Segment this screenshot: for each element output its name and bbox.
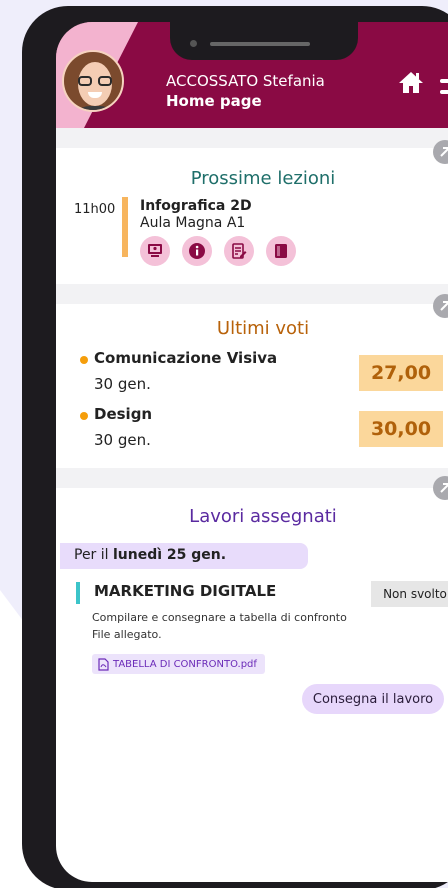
assignment-color-bar: [76, 582, 80, 604]
edit-document-icon[interactable]: [224, 236, 254, 266]
lessons-title: Prossime lezioni: [190, 168, 336, 189]
due-date-pill: Per il lunedì 25 gen.: [60, 543, 308, 569]
phone-frame: ACCOSSATO Stefania Home page Prossime le…: [22, 6, 448, 888]
grade-date: 30 gen.: [94, 431, 151, 449]
attachment-name: TABELLA DI CONFRONTO.pdf: [113, 658, 257, 670]
status-badge: Non svolto: [371, 581, 448, 607]
lesson-time: 11h00: [74, 202, 116, 217]
attachment-link[interactable]: TABELLA DI CONFRONTO.pdf: [92, 654, 265, 674]
book-icon[interactable]: [266, 236, 296, 266]
grade-bullet: [80, 356, 88, 364]
grade-date: 30 gen.: [94, 375, 151, 393]
submit-work-button[interactable]: Consegna il lavoro: [302, 684, 444, 714]
section-separator: [56, 468, 448, 488]
lessons-open-icon[interactable]: [433, 140, 448, 164]
grades-title: Ultimi voti: [216, 318, 310, 339]
due-date: lunedì 25 gen.: [113, 547, 227, 563]
lesson-room: Aula Magna A1: [140, 215, 246, 231]
section-separator: [56, 128, 448, 148]
home-icon[interactable]: [398, 70, 424, 94]
due-prefix: Per il: [74, 547, 109, 563]
pdf-icon: [98, 657, 109, 671]
section-separator: [56, 284, 448, 304]
menu-icon[interactable]: [440, 66, 448, 96]
lesson-actions: [140, 236, 296, 266]
grade-subject: Design: [94, 405, 153, 423]
assignment-file-note: File allegato.: [92, 628, 162, 641]
avatar[interactable]: [62, 50, 124, 112]
grades-open-icon[interactable]: [433, 294, 448, 318]
lesson-color-bar: [122, 197, 128, 257]
assignments-title: Lavori assegnati: [189, 506, 337, 527]
grade-value: 30,00: [359, 411, 443, 447]
assignments-open-icon[interactable]: [433, 476, 448, 500]
lesson-name[interactable]: Infografica 2D: [140, 198, 252, 214]
grade-value: 27,00: [359, 355, 443, 391]
presentation-icon[interactable]: [140, 236, 170, 266]
assignment-description: Compilare e consegnare a tabella di conf…: [92, 611, 347, 624]
grade-subject: Comunicazione Visiva: [94, 349, 278, 367]
page-title: Home page: [166, 92, 262, 110]
phone-notch: [170, 22, 358, 60]
user-name: ACCOSSATO Stefania: [166, 72, 325, 90]
info-icon[interactable]: [182, 236, 212, 266]
app-screen: ACCOSSATO Stefania Home page Prossime le…: [56, 22, 448, 882]
grade-bullet: [80, 412, 88, 420]
assignment-title[interactable]: MARKETING DIGITALE: [94, 582, 276, 600]
